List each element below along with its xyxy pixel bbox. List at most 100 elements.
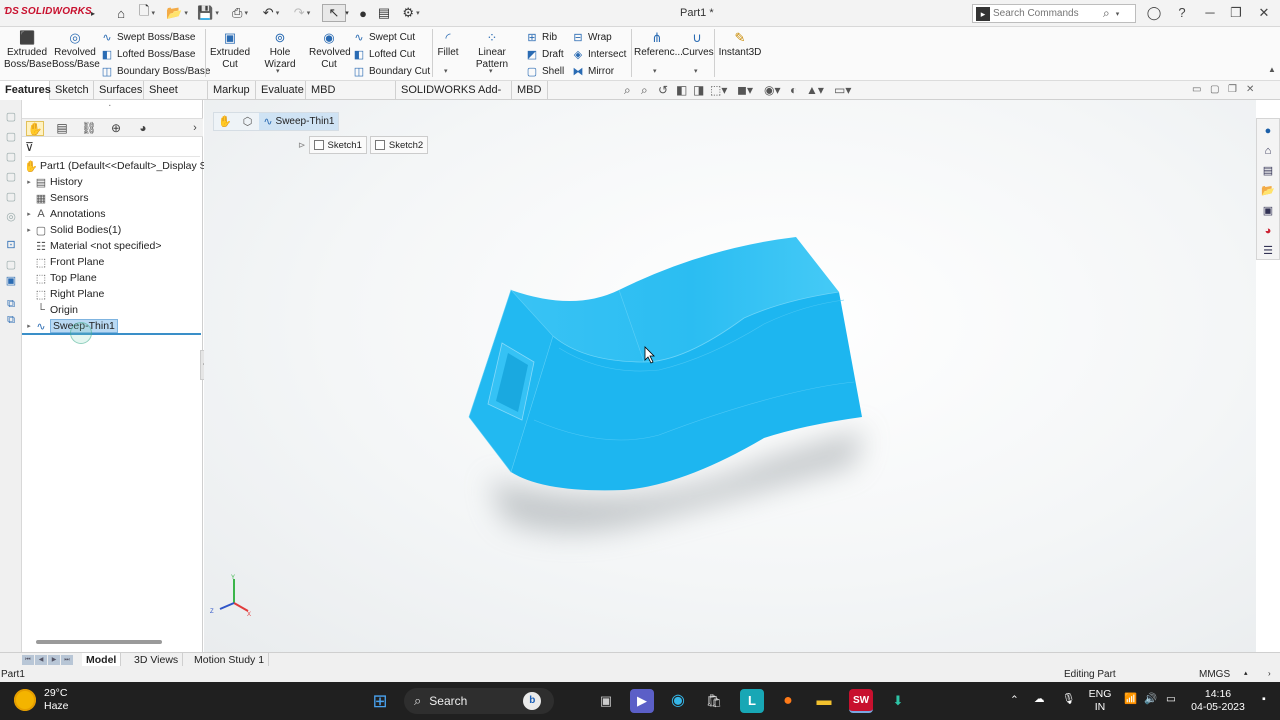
taskbar-search[interactable]: ⌕ Search b — [404, 688, 554, 714]
view-settings-icon[interactable]: ▭▾ — [834, 83, 851, 97]
design-library-icon[interactable]: ▤ — [1261, 164, 1275, 178]
panel-grip-icon[interactable]: ⠂ — [108, 102, 114, 111]
revolved-cut-button[interactable]: ◉ Revolved Cut — [309, 31, 351, 71]
tab-surfaces[interactable]: Surfaces — [94, 81, 144, 100]
strip-paste-icon[interactable]: ⧉ — [4, 313, 18, 327]
expand-icon[interactable]: ▸ — [24, 322, 34, 330]
draft-button[interactable]: ◩ Draft — [525, 46, 564, 62]
lofted-boss-button[interactable]: ◧ Lofted Boss/Base — [100, 46, 196, 62]
file-properties-icon[interactable]: ▤ — [376, 4, 392, 22]
shell-button[interactable]: ▢ Shell — [525, 63, 564, 79]
reference-dropdown-icon[interactable]: ▾ — [653, 67, 657, 75]
tab-sheet-metal[interactable]: Sheet Metal — [144, 81, 208, 114]
user-account-icon[interactable]: ◯ — [1146, 5, 1162, 21]
swept-cut-button[interactable]: ∿ Swept Cut — [352, 29, 415, 45]
strip-display-icon[interactable]: ▣ — [4, 274, 18, 288]
rib-button[interactable]: ⊞ Rib — [525, 29, 557, 45]
app-logo[interactable]: ƊS SOLIDWORKS — [4, 6, 92, 17]
edge-browser-icon[interactable]: ◉ — [666, 689, 690, 713]
tree-item-history[interactable]: ▸ ▤ History — [24, 174, 82, 190]
menu-expand-icon[interactable]: ▸ — [88, 4, 98, 22]
teams-chat-icon[interactable]: ▶ — [630, 689, 654, 713]
next-tab-icon[interactable]: ▶ — [48, 655, 60, 665]
file-explorer-icon[interactable]: ▬ — [812, 689, 836, 713]
mirror-button[interactable]: ⧓ Mirror — [571, 63, 615, 79]
linear-pattern-dropdown-icon[interactable]: ▾ — [489, 67, 493, 75]
tab-mbd-dimensions[interactable]: MBD Dimensions — [306, 81, 396, 114]
graphics-area[interactable]: ✋ ⬡ ∿ Sweep-Thin1 ⊳ Sketch1 Sketch2 Y X … — [204, 100, 1256, 652]
zoom-area-icon[interactable]: ⌕ — [641, 83, 648, 98]
file-explorer-icon[interactable]: 📂 — [1261, 184, 1275, 198]
volume-icon[interactable]: 🔊 — [1144, 693, 1157, 706]
home-icon[interactable]: ⌂ — [112, 4, 130, 22]
extruded-cut-button[interactable]: ▣ Extruded Cut — [209, 31, 251, 71]
wifi-icon[interactable]: 📶 — [1124, 693, 1137, 706]
hide-show-items-icon[interactable]: ◉▾ — [764, 83, 781, 97]
save-icon[interactable]: 💾 ▾ — [197, 4, 219, 22]
strip-copy-icon[interactable]: ⧉ — [4, 297, 18, 311]
expand-icon[interactable]: ▸ — [24, 178, 34, 186]
linear-pattern-button[interactable]: ⁘ Linear Pattern — [462, 31, 522, 71]
instant3d-button[interactable]: ✎ Instant3D — [718, 31, 762, 59]
traffic-light-icon[interactable]: ● — [356, 4, 370, 22]
strip-tool-icon[interactable]: ▢ — [4, 150, 18, 164]
last-tab-icon[interactable]: ⏭ — [61, 655, 73, 665]
task-view-icon[interactable]: ▣ — [594, 689, 618, 713]
search-input[interactable] — [993, 8, 1103, 19]
first-tab-icon[interactable]: ⏮ — [22, 655, 34, 665]
tray-cloud-icon[interactable]: ☁ — [1034, 693, 1045, 706]
previous-tab-icon[interactable]: ◀ — [35, 655, 47, 665]
boundary-boss-button[interactable]: ◫ Boundary Boss/Base — [100, 63, 211, 79]
strip-tool-icon[interactable]: ▢ — [4, 110, 18, 124]
windows-start-icon[interactable]: ⊞ — [368, 689, 392, 713]
tree-item-front-plane[interactable]: ⬚ Front Plane — [24, 254, 104, 270]
app-arrow-icon[interactable]: ⬇ — [886, 689, 910, 713]
tree-item-top-plane[interactable]: ⬚ Top Plane — [24, 270, 97, 286]
tab-solidworks-add-ins[interactable]: SOLIDWORKS Add-Ins — [396, 81, 512, 114]
boundary-cut-button[interactable]: ◫ Boundary Cut — [352, 63, 430, 79]
search-dropdown-icon[interactable]: ▾ — [1116, 10, 1120, 18]
tab-evaluate[interactable]: Evaluate — [256, 81, 306, 100]
custom-properties-icon[interactable]: ☰ — [1261, 244, 1275, 258]
configuration-manager-tab-icon[interactable]: ⛓ — [80, 121, 98, 136]
view-palette-icon[interactable]: ▣ — [1261, 204, 1275, 218]
more-tabs-chevron-icon[interactable]: › — [186, 121, 204, 136]
dynamic-annotation-icon[interactable]: ◨ — [693, 83, 704, 97]
firefox-icon[interactable]: ● — [776, 689, 800, 713]
lofted-cut-button[interactable]: ◧ Lofted Cut — [352, 46, 415, 62]
tree-item-sensors[interactable]: ▦ Sensors — [24, 190, 89, 206]
redo-icon[interactable]: ↷ ▾ — [291, 4, 313, 22]
task-pane-home-icon[interactable]: ⌂ — [1261, 144, 1275, 158]
display-manager-tab-icon[interactable]: ◕ — [134, 121, 152, 136]
new-document-icon[interactable]: 🗋 ▾ — [136, 3, 158, 22]
hole-wizard-dropdown-icon[interactable]: ▾ — [276, 67, 280, 75]
tray-mic-icon[interactable]: 🎙 — [1062, 693, 1075, 706]
expand-icon[interactable]: ▸ — [24, 210, 34, 218]
strip-tool-icon[interactable]: ▢ — [4, 170, 18, 184]
intersect-button[interactable]: ◈ Intersect — [571, 46, 627, 62]
tree-item-annotations[interactable]: ▸ A Annotations — [24, 206, 105, 222]
search-icon[interactable]: ⌕ — [1103, 6, 1110, 21]
dimxpert-tab-icon[interactable]: ⊕ — [107, 121, 125, 136]
section-view-icon[interactable]: ◧ — [676, 83, 687, 97]
status-expand-icon[interactable]: › — [1268, 669, 1271, 678]
view-orientation-icon[interactable]: ⬚▾ — [710, 83, 727, 97]
model-view[interactable] — [204, 100, 1256, 652]
revolved-boss-button[interactable]: ◎ Revolved Boss/Base — [52, 31, 100, 71]
tab-model[interactable]: Model — [82, 653, 122, 667]
minimize-icon[interactable]: ─ — [1202, 5, 1218, 21]
tab-sketch[interactable]: Sketch — [50, 81, 94, 100]
tab-features[interactable]: Features — [0, 81, 51, 100]
strip-tool-icon[interactable]: ▢ — [4, 130, 18, 144]
open-folder-icon[interactable]: 📂 ▾ — [166, 4, 188, 22]
select-dropdown-icon[interactable]: ▾ — [343, 4, 351, 22]
tab-markup[interactable]: Markup — [208, 81, 256, 100]
previous-view-icon[interactable]: ↺ — [658, 83, 668, 97]
tray-overflow-icon[interactable]: ⌃ — [1010, 694, 1019, 707]
clock[interactable]: 14:16 04-05-2023 — [1188, 688, 1248, 714]
units-dropdown-icon[interactable]: ▴ — [1244, 669, 1248, 677]
tree-item-origin[interactable]: └ Origin — [24, 302, 78, 318]
rollback-bar[interactable] — [22, 333, 201, 335]
tree-item-solid-bodies[interactable]: ▸ ▢ Solid Bodies(1) — [24, 222, 121, 238]
appearances-icon[interactable]: ◕ — [1261, 224, 1275, 238]
